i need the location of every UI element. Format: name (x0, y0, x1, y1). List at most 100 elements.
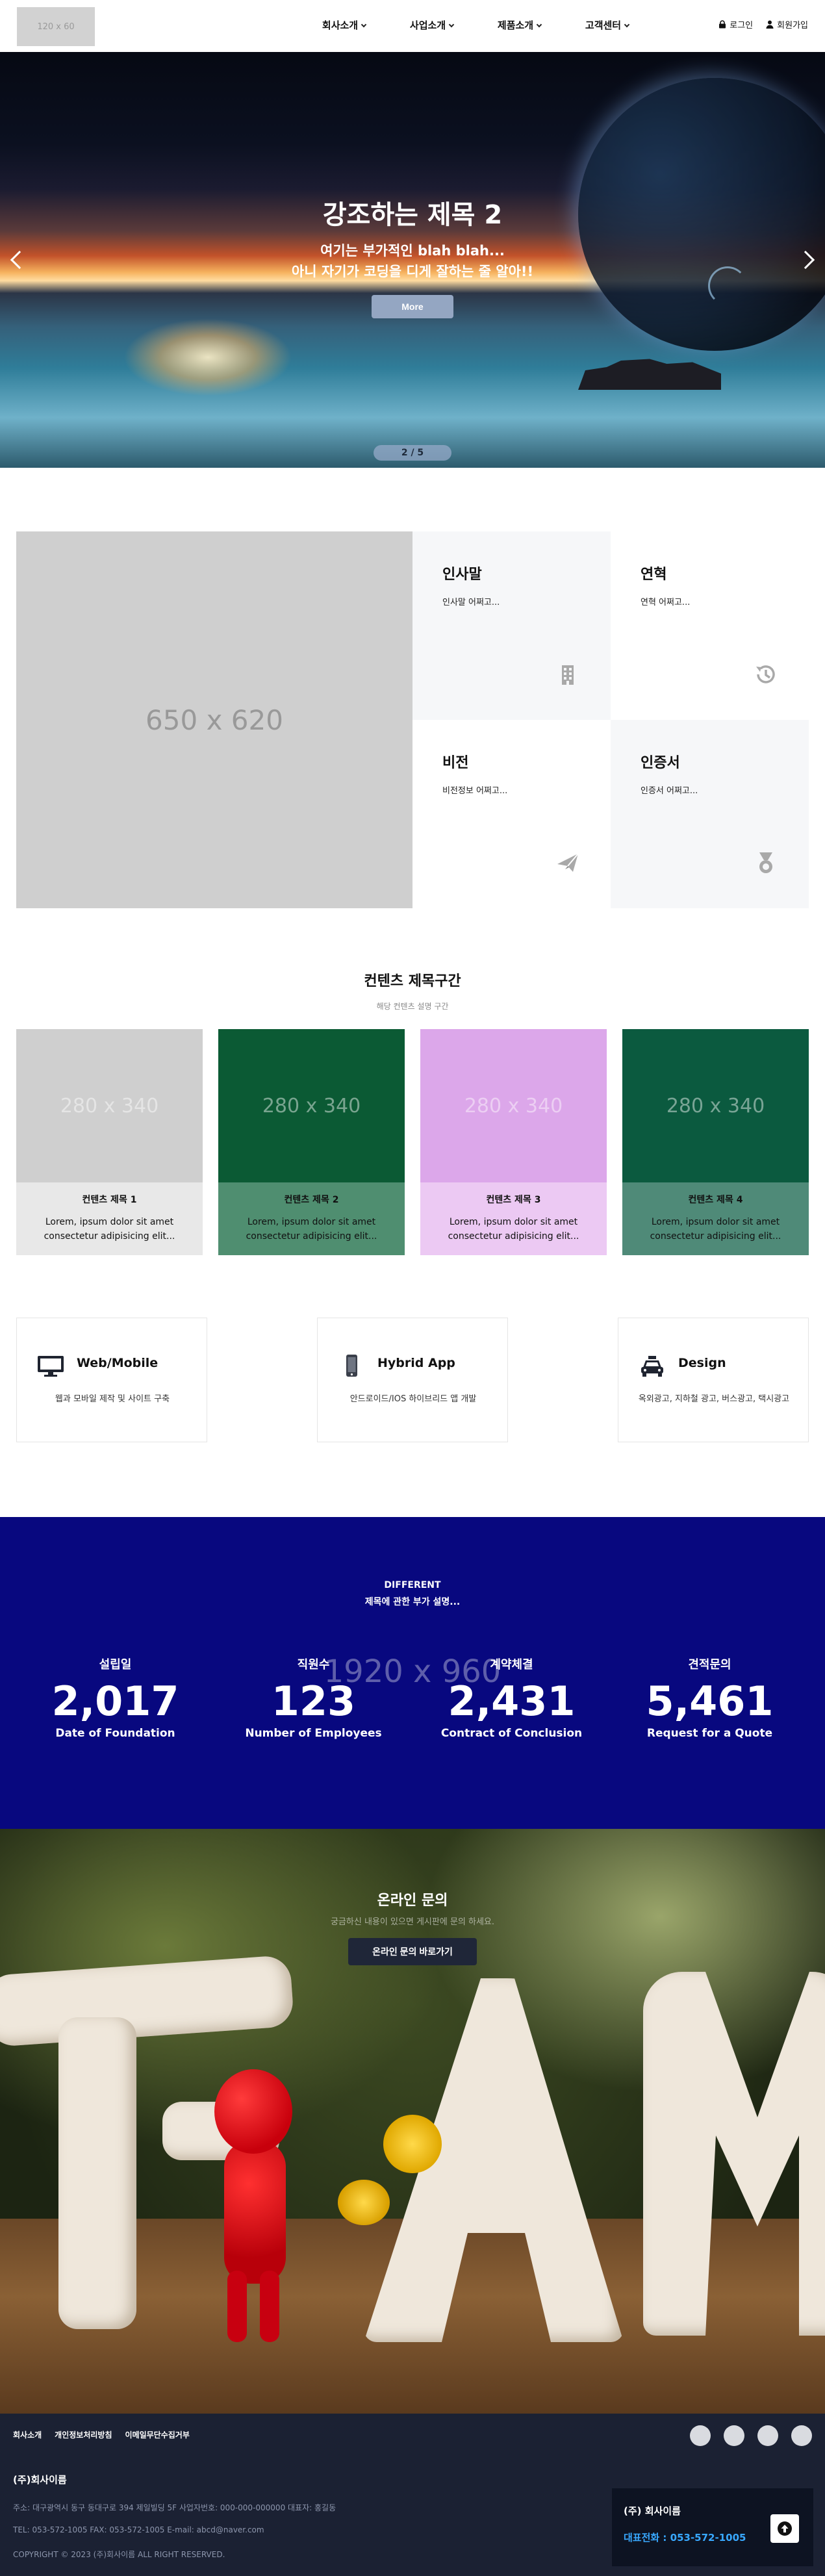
scroll-top-button[interactable] (770, 2514, 799, 2543)
nav-label: 회사소개 (322, 19, 359, 31)
photo-letter-t-stem (58, 2017, 136, 2329)
service-desc: 웹과 모바일 제작 및 사이트 구축 (55, 1394, 170, 1404)
footer-address: 주소: 대구광역시 동구 동대구로 394 제일빌딩 5F 사업자번호: 000… (13, 2503, 336, 2512)
arrow-up-circle-icon (778, 2521, 792, 2536)
about-image-placeholder: 650 x 620 (16, 531, 412, 908)
stat-caption: Number of Employees (245, 1727, 382, 1740)
stat-caption: Request for a Quote (646, 1727, 773, 1740)
signup-link[interactable]: 회원가입 (766, 18, 808, 31)
about-card-vision[interactable]: 비전 비전정보 어쩌고... (412, 720, 611, 908)
inquiry-desc: 궁금하신 내용이 있으면 게시판에 문의 하세요. (330, 1917, 495, 1927)
service-desc: 옥외광고, 지하철 광고, 버스광고, 택시광고 (638, 1394, 790, 1404)
site-footer: 회사소개 개인정보처리방침 이메일무단수집거부 (주)회사이름 주소: 대구광역… (0, 2414, 825, 2576)
footer-link-company[interactable]: 회사소개 (13, 2429, 42, 2440)
content-card-title: 컨텐츠 제목 1 (82, 1195, 137, 1205)
hero-more-button[interactable]: More (372, 295, 453, 318)
site-header: 120 x 60 회사소개 사업소개 제품소개 고객센터 로그인 회원가입 (0, 0, 825, 52)
content-card-thumb: 280 x 340 (218, 1029, 405, 1182)
contents-desc: 해당 컨텐츠 설명 구간 (376, 1002, 449, 1011)
nav-label: 고객센터 (585, 19, 622, 31)
content-card-body: 컨텐츠 제목 4 Lorem, ipsum dolor sit amet con… (622, 1182, 809, 1255)
about-card-certificate[interactable]: 인증서 인증서 어쩌고... (611, 720, 809, 908)
inquiry-title: 온라인 문의 (377, 1893, 448, 1909)
util-menu: 로그인 회원가입 (718, 18, 808, 31)
about-card-history[interactable]: 연혁 연혁 어쩌고... (611, 531, 809, 720)
building-icon (562, 665, 574, 685)
hero-subtitle: 여기는 부가적인 blah blah... 아니 자기가 코딩을 디게 잘하는 … (0, 240, 825, 282)
nav-item-company[interactable]: 회사소개 (300, 18, 388, 32)
footer-contact: TEL: 053-572-1005 FAX: 053-572-1005 E-ma… (13, 2525, 264, 2534)
slider-next-button[interactable] (796, 247, 817, 273)
taxi-icon (641, 1356, 663, 1377)
about-card-title: 비전 (442, 755, 469, 771)
nav-label: 제품소개 (497, 19, 534, 31)
hero-subtitle-line-2: 아니 자기가 코딩을 디게 잘하는 줄 알아!! (291, 264, 534, 279)
service-hybrid-app[interactable]: Hybrid App 안드로이드/IOS 하이브리드 앱 개발 (317, 1318, 508, 1442)
hero-title: 강조하는 제목 2 (322, 200, 503, 230)
nav-label: 사업소개 (409, 19, 446, 31)
photo-yellow-toy (338, 2180, 390, 2225)
stats-kicker: DIFFERENT (384, 1580, 441, 1590)
service-title: Hybrid App (377, 1356, 455, 1370)
content-card-1[interactable]: 280 x 340 컨텐츠 제목 1 Lorem, ipsum dolor si… (16, 1029, 203, 1255)
login-label: 로그인 (730, 21, 754, 31)
nav-item-business[interactable]: 사업소개 (388, 18, 476, 32)
about-card-desc: 인증서 어쩌고... (641, 786, 698, 796)
sns-icon[interactable] (757, 2425, 778, 2446)
chevron-down-icon (624, 21, 630, 28)
service-title: Web/Mobile (77, 1356, 159, 1370)
chevron-down-icon (536, 21, 542, 28)
nav-item-support[interactable]: 고객센터 (563, 18, 651, 32)
footer-callcenter-box: (주) 회사이름 대표전화 : 053-572-1005 (612, 2488, 813, 2566)
content-card-title: 컨텐츠 제목 3 (486, 1195, 541, 1205)
content-card-2[interactable]: 280 x 340 컨텐츠 제목 2 Lorem, ipsum dolor si… (218, 1029, 405, 1255)
content-card-3[interactable]: 280 x 340 컨텐츠 제목 3 Lorem, ipsum dolor si… (420, 1029, 607, 1255)
slider-pagination: 2 / 5 (374, 445, 451, 461)
stat-value: 2,431 (448, 1677, 576, 1725)
inquiry-button[interactable]: 온라인 문의 바로가기 (348, 1938, 477, 1965)
signup-label: 회원가입 (777, 21, 808, 31)
about-card-title: 인사말 (442, 567, 482, 583)
stat-value: 5,461 (646, 1677, 774, 1725)
content-card-thumb: 280 x 340 (420, 1029, 607, 1182)
sns-icon[interactable] (791, 2425, 812, 2446)
slider-prev-button[interactable] (8, 247, 29, 273)
footer-company-name: (주)회사이름 (13, 2474, 67, 2486)
chevron-right-icon (796, 250, 815, 270)
service-desc: 안드로이드/IOS 하이브리드 앱 개발 (349, 1394, 477, 1404)
footer-link-email-policy[interactable]: 이메일무단수집거부 (125, 2429, 190, 2440)
stat-label: 설립일 (99, 1658, 132, 1672)
about-card-desc: 비전정보 어쩌고... (442, 786, 508, 796)
service-web-mobile[interactable]: Web/Mobile 웹과 모바일 제작 및 사이트 구축 (16, 1318, 207, 1442)
nav-item-products[interactable]: 제품소개 (476, 18, 563, 32)
chevron-down-icon (361, 21, 367, 28)
content-card-body: 컨텐츠 제목 2 Lorem, ipsum dolor sit amet con… (218, 1182, 405, 1255)
photo-red-robot-head (214, 2069, 292, 2154)
stats-section: 1920 x 960 DIFFERENT 제목에 관한 부가 설명... 설립일… (0, 1517, 825, 1829)
stats-subtitle: 제목에 관한 부가 설명... (364, 1597, 461, 1607)
stat-label: 견적문의 (688, 1658, 731, 1672)
chevron-left-icon (10, 250, 29, 270)
stat-label: 직원수 (297, 1658, 330, 1672)
inquiry-section: 온라인 문의 궁금하신 내용이 있으면 게시판에 문의 하세요. 온라인 문의 … (0, 1829, 825, 2414)
stat-caption: Date of Foundation (55, 1727, 175, 1740)
service-design[interactable]: Design 옥외광고, 지하철 광고, 버스광고, 택시광고 (618, 1318, 809, 1442)
sns-icon[interactable] (690, 2425, 711, 2446)
logo[interactable]: 120 x 60 (17, 7, 95, 46)
footer-link-privacy[interactable]: 개인정보처리방침 (55, 2429, 112, 2440)
sns-icon[interactable] (724, 2425, 744, 2446)
about-card-greeting[interactable]: 인사말 인사말 어쩌고... (412, 531, 611, 720)
login-link[interactable]: 로그인 (718, 18, 753, 31)
content-card-thumb: 280 x 340 (16, 1029, 203, 1182)
stat-employees: 직원수 123 Number of Employees (214, 1655, 412, 1740)
content-card-title: 컨텐츠 제목 4 (688, 1195, 743, 1205)
smartphone-icon (346, 1355, 357, 1377)
content-card-desc: Lorem, ipsum dolor sit amet consectetur … (448, 1217, 579, 1242)
about-card-desc: 연혁 어쩌고... (641, 598, 691, 607)
hero-slider: 강조하는 제목 2 여기는 부가적인 blah blah... 아니 자기가 코… (0, 52, 825, 468)
content-card-4[interactable]: 280 x 340 컨텐츠 제목 4 Lorem, ipsum dolor si… (622, 1029, 809, 1255)
content-card-body: 컨텐츠 제목 1 Lorem, ipsum dolor sit amet con… (16, 1182, 203, 1255)
stat-contracts: 계약체결 2,431 Contract of Conclusion (412, 1655, 611, 1740)
content-card-body: 컨텐츠 제목 3 Lorem, ipsum dolor sit amet con… (420, 1182, 607, 1255)
hero-subtitle-line-1: 여기는 부가적인 blah blah... (320, 243, 505, 259)
